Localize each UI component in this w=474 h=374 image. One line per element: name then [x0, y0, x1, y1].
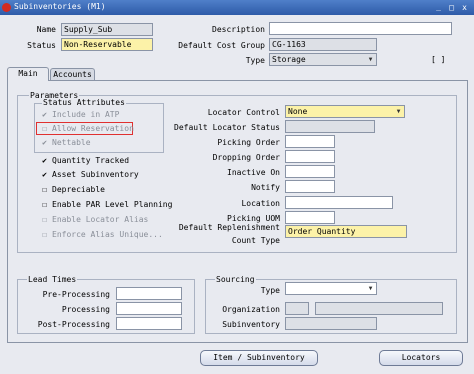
checkmark-icon: ✔ — [42, 170, 47, 179]
enable-par-label: Enable PAR Level Planning — [52, 200, 173, 209]
location-label: Location — [241, 199, 280, 208]
sourcing-subinventory-label: Subinventory — [222, 320, 280, 329]
inactive-on-label: Inactive On — [227, 168, 280, 177]
location-field[interactable] — [285, 196, 393, 209]
chevron-down-icon: ▼ — [368, 285, 373, 292]
flexfield-brackets[interactable]: [ ] — [431, 55, 445, 65]
count-type-label: Count Type — [231, 236, 280, 245]
checkmark-icon: ✔ — [42, 156, 47, 165]
description-label: Description — [212, 25, 265, 34]
checkbox-empty-icon: ☐ — [42, 230, 47, 239]
nettable-label: Nettable — [52, 138, 91, 147]
sourcing-subinventory-field[interactable] — [285, 317, 377, 330]
cost-group-label: Default Cost Group — [178, 41, 265, 50]
depreciable-checkbox[interactable]: ☐ Depreciable — [40, 185, 105, 195]
dropping-order-label: Dropping Order — [212, 153, 280, 162]
name-field[interactable]: Supply_Sub — [61, 23, 153, 36]
status-field[interactable]: Non-Reservable — [61, 38, 153, 51]
organization-label: Organization — [222, 305, 280, 314]
default-replenishment-label: Default Replenishment — [178, 223, 280, 232]
quantity-tracked-label: Quantity Tracked — [52, 156, 130, 165]
chevron-down-icon: ▼ — [396, 108, 401, 115]
enable-par-checkbox[interactable]: ☐ Enable PAR Level Planning — [40, 200, 172, 210]
replenishment-count-type-field[interactable]: Order Quantity — [285, 225, 407, 238]
include-atp-checkbox[interactable]: ✔ Include in ATP — [40, 110, 119, 120]
locators-button[interactable]: Locators — [379, 350, 463, 366]
type-select[interactable]: Storage ▼ — [269, 53, 377, 66]
locator-control-select[interactable]: None ▼ — [285, 105, 405, 118]
quantity-tracked-checkbox[interactable]: ✔ Quantity Tracked — [40, 156, 129, 166]
enable-locator-alias-checkbox[interactable]: ☐ Enable Locator Alias — [40, 215, 148, 225]
nettable-checkbox[interactable]: ✔ Nettable — [40, 138, 91, 148]
sourcing-type-label: Type — [260, 286, 280, 295]
window-title: Subinventories (M1) — [14, 2, 106, 11]
picking-order-field[interactable] — [285, 135, 335, 148]
sourcing-caption: Sourcing — [215, 275, 256, 284]
type-value: Storage — [272, 55, 306, 64]
inactive-on-field[interactable] — [285, 165, 335, 178]
close-icon[interactable]: x — [459, 2, 470, 13]
picking-order-label: Picking Order — [217, 138, 280, 147]
lead-times-caption: Lead Times — [27, 275, 78, 284]
dropping-order-field[interactable] — [285, 150, 335, 163]
pre-processing-field[interactable] — [116, 287, 182, 300]
tab-main[interactable]: Main — [7, 67, 49, 81]
checkbox-empty-icon: ☐ — [42, 200, 47, 209]
checkmark-icon: ✔ — [42, 138, 47, 147]
tab-main-label: Main — [18, 69, 38, 78]
checkbox-empty-icon: ☐ — [42, 124, 47, 133]
post-processing-label: Post-Processing — [37, 320, 110, 329]
status-label: Status — [27, 41, 56, 50]
locator-control-value: None — [288, 107, 308, 116]
cost-group-field[interactable]: CG-1163 — [269, 38, 377, 51]
organization-name-field[interactable] — [315, 302, 443, 315]
notify-label: Notify — [251, 183, 280, 192]
allow-reservation-checkbox[interactable]: ☐ Allow Reservation — [40, 124, 134, 134]
type-label: Type — [245, 56, 265, 65]
chevron-down-icon: ▼ — [368, 56, 373, 63]
checkbox-empty-icon: ☐ — [42, 215, 47, 224]
minimize-icon[interactable]: _ — [433, 2, 444, 13]
notify-field[interactable] — [285, 180, 335, 193]
pre-processing-label: Pre-Processing — [42, 290, 110, 299]
asset-subinventory-checkbox[interactable]: ✔ Asset Subinventory — [40, 170, 139, 180]
tab-accounts-label: Accounts — [53, 70, 92, 79]
oracle-icon — [2, 3, 11, 12]
checkbox-empty-icon: ☐ — [42, 185, 47, 194]
maximize-icon[interactable]: □ — [446, 2, 457, 13]
allow-reservation-label: Allow Reservation — [52, 124, 134, 133]
locator-control-label: Locator Control — [207, 108, 280, 117]
checkmark-icon: ✔ — [42, 110, 47, 119]
organization-code-field[interactable] — [285, 302, 309, 315]
picking-uom-field[interactable] — [285, 211, 335, 224]
processing-label: Processing — [61, 305, 110, 314]
post-processing-field[interactable] — [116, 317, 182, 330]
name-label: Name — [36, 25, 56, 34]
sourcing-type-select[interactable]: ▼ — [285, 282, 377, 295]
default-locator-status-label: Default Locator Status — [174, 123, 280, 132]
status-attributes-caption: Status Attributes — [42, 98, 126, 107]
depreciable-label: Depreciable — [52, 185, 105, 194]
description-field[interactable] — [269, 22, 452, 35]
item-subinventory-button[interactable]: Item / Subinventory — [200, 350, 318, 366]
include-atp-label: Include in ATP — [52, 110, 120, 119]
enforce-alias-label: Enforce Alias Unique... — [52, 230, 163, 239]
processing-field[interactable] — [116, 302, 182, 315]
enforce-alias-checkbox[interactable]: ☐ Enforce Alias Unique... — [40, 230, 163, 240]
enable-locator-alias-label: Enable Locator Alias — [52, 215, 149, 224]
default-locator-status-field[interactable] — [285, 120, 375, 133]
asset-subinventory-label: Asset Subinventory — [52, 170, 139, 179]
